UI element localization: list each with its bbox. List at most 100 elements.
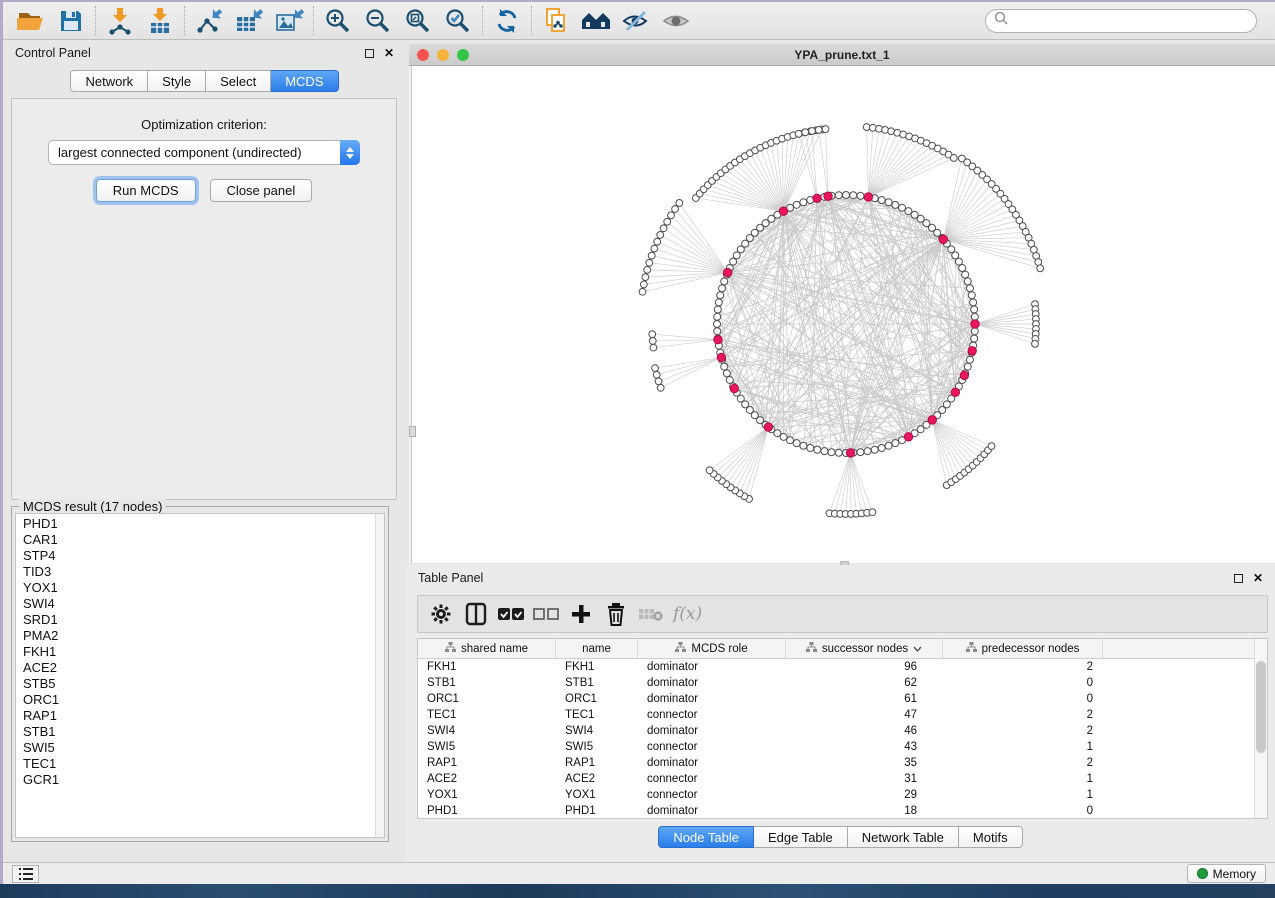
table-cell[interactable]: 46 — [786, 725, 943, 737]
memory-button[interactable]: Memory — [1187, 864, 1266, 883]
delete-column-icon[interactable] — [603, 599, 629, 629]
tab-node-table[interactable]: Node Table — [658, 826, 754, 848]
export-network-icon[interactable] — [189, 5, 229, 37]
table-cell[interactable]: ORC1 — [418, 693, 556, 705]
zoom-fit-icon[interactable] — [398, 5, 438, 37]
save-session-icon[interactable] — [51, 5, 91, 37]
mcds-result-item[interactable]: PMA2 — [16, 628, 384, 644]
table-cell[interactable]: 1 — [943, 773, 1103, 785]
mcds-result-item[interactable]: SWI5 — [16, 740, 384, 756]
mcds-result-list[interactable]: PHD1CAR1STP4TID3YOX1SWI4SRD1PMA2FKH1ACE2… — [15, 513, 385, 838]
table-cell[interactable]: dominator — [638, 661, 786, 673]
table-cell[interactable]: connector — [638, 789, 786, 801]
table-row[interactable]: TEC1TEC1connector472 — [418, 707, 1267, 723]
table-cell[interactable]: 29 — [786, 789, 943, 801]
table-cell[interactable]: 43 — [786, 741, 943, 753]
table-cell[interactable]: dominator — [638, 693, 786, 705]
first-neighbors-icon[interactable] — [576, 5, 616, 37]
criterion-select[interactable]: largest connected component (undirected) — [48, 140, 360, 165]
search-box[interactable] — [985, 9, 1257, 33]
table-cell[interactable]: FKH1 — [418, 661, 556, 673]
show-columns-icon[interactable] — [463, 599, 489, 629]
table-cell[interactable]: 0 — [943, 805, 1103, 817]
table-cell[interactable]: connector — [638, 709, 786, 721]
table-cell[interactable]: PHD1 — [418, 805, 556, 817]
share-document-icon[interactable] — [536, 5, 576, 37]
export-image-icon[interactable] — [269, 5, 309, 37]
table-scrollbar-thumb[interactable] — [1256, 661, 1266, 753]
mcds-result-item[interactable]: SRD1 — [16, 612, 384, 628]
table-cell[interactable]: dominator — [638, 757, 786, 769]
table-cell[interactable]: connector — [638, 741, 786, 753]
zoom-selected-icon[interactable] — [438, 5, 478, 37]
table-cell[interactable]: SWI5 — [418, 741, 556, 753]
table-cell[interactable]: RAP1 — [556, 757, 638, 769]
tab-mcds[interactable]: MCDS — [271, 70, 338, 92]
table-cell[interactable]: TEC1 — [418, 709, 556, 721]
deselect-all-checks-icon[interactable] — [533, 599, 559, 629]
table-cell[interactable]: 18 — [786, 805, 943, 817]
tab-network[interactable]: Network — [70, 70, 148, 92]
table-cell[interactable]: STB1 — [418, 677, 556, 689]
table-cell[interactable]: SWI5 — [556, 741, 638, 753]
tab-motifs[interactable]: Motifs — [959, 826, 1023, 848]
table-cell[interactable]: 35 — [786, 757, 943, 769]
settings-gear-icon[interactable] — [428, 599, 454, 629]
mcds-result-item[interactable]: SWI4 — [16, 596, 384, 612]
table-cell[interactable]: ACE2 — [418, 773, 556, 785]
table-row[interactable]: PHD1PHD1dominator180 — [418, 803, 1267, 819]
close-panel-icon[interactable]: ✕ — [1253, 574, 1263, 583]
table-cell[interactable]: YOX1 — [556, 789, 638, 801]
table-row[interactable]: ACE2ACE2connector311 — [418, 771, 1267, 787]
table-row[interactable]: YOX1YOX1connector291 — [418, 787, 1267, 803]
network-left-scroll-handle[interactable] — [409, 426, 416, 437]
mcds-list-scrollbar[interactable] — [375, 514, 384, 837]
table-cell[interactable]: 2 — [943, 709, 1103, 721]
table-cell[interactable]: 61 — [786, 693, 943, 705]
network-window-titlebar[interactable]: YPA_prune.txt_1 — [409, 44, 1275, 66]
table-row[interactable]: SWI5SWI5connector431 — [418, 739, 1267, 755]
table-cell[interactable]: 0 — [943, 693, 1103, 705]
table-cell[interactable]: dominator — [638, 805, 786, 817]
column-header-predecessor-nodes[interactable]: predecessor nodes — [943, 639, 1103, 658]
table-scrollbar[interactable] — [1254, 639, 1267, 818]
table-cell[interactable]: 62 — [786, 677, 943, 689]
table-cell[interactable]: connector — [638, 773, 786, 785]
float-panel-icon[interactable] — [365, 49, 374, 58]
column-header-shared-name[interactable]: shared name — [418, 639, 556, 658]
table-cell[interactable]: 47 — [786, 709, 943, 721]
tab-network-table[interactable]: Network Table — [848, 826, 959, 848]
table-cell[interactable]: RAP1 — [418, 757, 556, 769]
close-panel-icon[interactable]: ✕ — [384, 49, 394, 58]
refresh-icon[interactable] — [487, 5, 527, 37]
table-row[interactable]: ORC1ORC1dominator610 — [418, 691, 1267, 707]
tab-select[interactable]: Select — [206, 70, 271, 92]
mcds-result-item[interactable]: GCR1 — [16, 772, 384, 788]
table-cell[interactable]: dominator — [638, 725, 786, 737]
table-cell[interactable]: ORC1 — [556, 693, 638, 705]
mcds-result-item[interactable]: ORC1 — [16, 692, 384, 708]
column-header-MCDS-role[interactable]: MCDS role — [638, 639, 786, 658]
float-panel-icon[interactable] — [1234, 574, 1243, 583]
table-cell[interactable]: STB1 — [556, 677, 638, 689]
table-cell[interactable]: ACE2 — [556, 773, 638, 785]
table-cell[interactable]: dominator — [638, 677, 786, 689]
network-left-scrollbar[interactable] — [409, 66, 412, 563]
column-header-name[interactable]: name — [556, 639, 638, 658]
hide-selected-icon[interactable] — [616, 5, 656, 37]
mcds-result-item[interactable]: STB1 — [16, 724, 384, 740]
mcds-result-item[interactable]: YOX1 — [16, 580, 384, 596]
table-cell[interactable]: SWI4 — [418, 725, 556, 737]
sort-chevron-icon[interactable] — [913, 643, 922, 655]
tab-edge-table[interactable]: Edge Table — [754, 826, 848, 848]
table-row[interactable]: RAP1RAP1dominator352 — [418, 755, 1267, 771]
export-table-icon[interactable] — [229, 5, 269, 37]
mcds-result-item[interactable]: PHD1 — [16, 516, 384, 532]
zoom-out-icon[interactable] — [358, 5, 398, 37]
run-mcds-button[interactable]: Run MCDS — [96, 179, 196, 202]
search-input[interactable] — [1008, 14, 1248, 28]
mcds-result-item[interactable]: TEC1 — [16, 756, 384, 772]
table-cell[interactable]: 31 — [786, 773, 943, 785]
table-cell[interactable]: SWI4 — [556, 725, 638, 737]
table-cell[interactable]: 96 — [786, 661, 943, 673]
